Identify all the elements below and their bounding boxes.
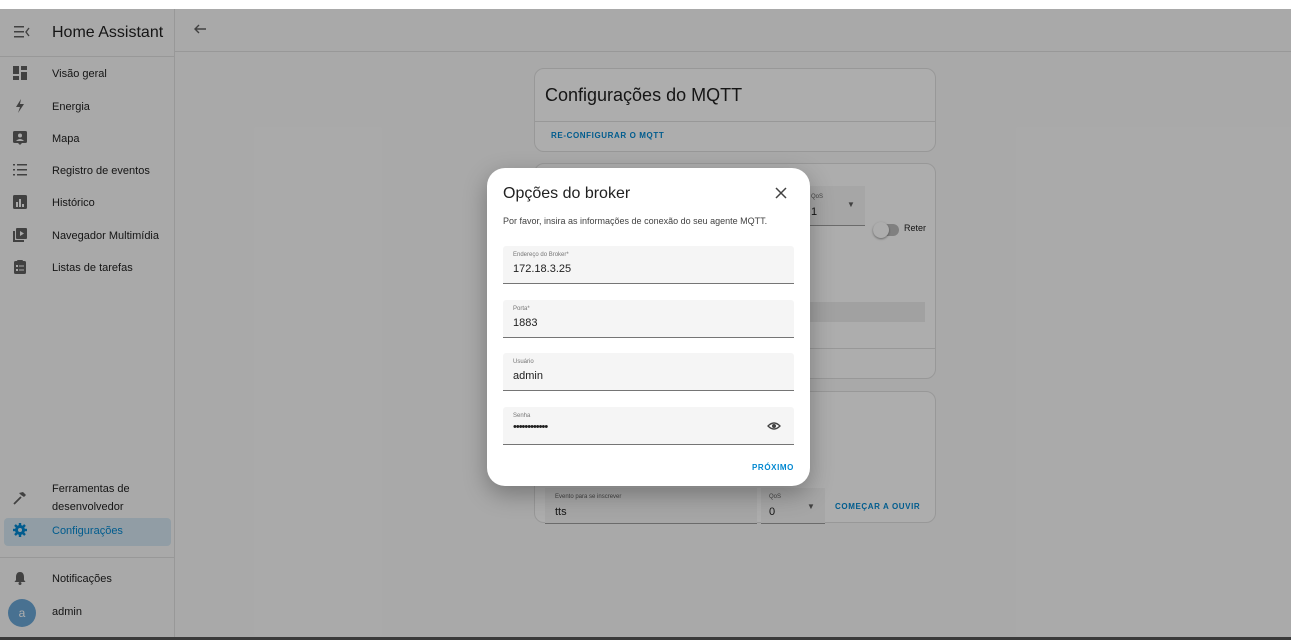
field-value: ••••••••••••: [513, 421, 548, 433]
field-value: 172.18.3.25: [513, 263, 572, 275]
password-field[interactable]: Senha ••••••••••••: [503, 407, 794, 445]
field-value: 1883: [513, 317, 538, 329]
broker-options-dialog: Opções do broker Por favor, insira as in…: [487, 168, 810, 486]
port-field[interactable]: Porta* 1883: [503, 300, 794, 338]
next-button[interactable]: PRÓXIMO: [752, 463, 794, 472]
eye-icon[interactable]: [767, 419, 781, 433]
broker-address-field[interactable]: Endereço do Broker* 172.18.3.25: [503, 246, 794, 284]
close-icon[interactable]: [775, 186, 791, 202]
field-label: Endereço do Broker*: [513, 252, 569, 258]
dialog-title: Opções do broker: [503, 185, 631, 202]
top-strip: [0, 0, 1291, 9]
dialog-description: Por favor, insira as informações de cone…: [503, 216, 768, 226]
field-label: Porta*: [513, 306, 530, 312]
username-field[interactable]: Usuário admin: [503, 353, 794, 391]
field-label: Usuário: [513, 359, 534, 365]
field-value: admin: [513, 370, 543, 382]
field-label: Senha: [513, 413, 531, 419]
